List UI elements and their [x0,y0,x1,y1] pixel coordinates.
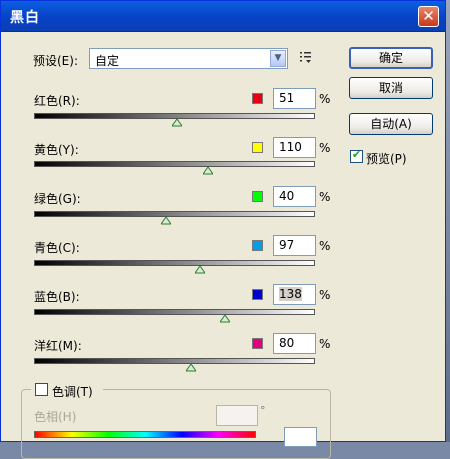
slider-label: 青色(C): [34,241,80,255]
slider-thumb[interactable] [161,217,172,225]
slider-track[interactable] [34,358,315,364]
dialog-title: 黑白 [10,10,40,26]
title-bar[interactable]: 黑白 ✕ [1,1,445,32]
slider-label: 红色(R): [34,94,80,108]
value-input[interactable]: 51 [273,88,316,109]
value-input[interactable]: 40 [273,186,316,207]
preset-dropdown[interactable]: 自定 ▼ [89,48,288,69]
cancel-button[interactable]: 取消 [349,77,433,99]
percent-label: % [319,239,331,253]
checkmark-icon: ✔ [351,148,362,161]
auto-button[interactable]: 自动(A) [349,113,433,135]
value-input[interactable]: 110 [273,137,316,158]
percent-label: % [319,141,331,155]
preset-label: 预设(E): [33,54,78,68]
slider-thumb[interactable] [172,119,183,127]
degree-label: ° [260,404,266,417]
slider-track[interactable] [34,309,315,315]
close-button[interactable]: ✕ [418,6,439,27]
hue-label: 色相(H) [34,410,77,424]
color-swatch [252,338,263,349]
chevron-down-icon[interactable]: ▼ [270,50,286,67]
value-input[interactable]: 80 [273,333,316,354]
slider-label: 蓝色(B): [34,290,80,304]
slider-thumb[interactable] [186,364,197,372]
slider-label: 黄色(Y): [34,143,79,157]
slider-thumb[interactable] [203,167,214,175]
value-input[interactable]: 138 [273,284,316,305]
color-swatch [252,240,263,251]
slider-track[interactable] [34,260,315,266]
ok-button[interactable]: 确定 [349,47,433,69]
preset-value: 自定 [95,54,120,68]
slider-label: 洋红(M): [34,339,82,353]
preset-menu-icon[interactable] [299,50,313,64]
preview-checkbox[interactable]: ✔ [350,148,363,163]
color-swatch [252,93,263,104]
hue-input[interactable] [216,405,258,426]
slider-thumb[interactable] [220,315,231,323]
saturation-box[interactable] [284,427,317,447]
close-icon: ✕ [422,7,435,25]
color-swatch [252,191,263,202]
color-swatch [252,142,263,153]
selected-value: 138 [279,287,302,301]
slider-track[interactable] [34,211,315,217]
preview-label[interactable]: 预览(P) [366,150,407,167]
slider-track[interactable] [34,161,315,167]
value-input[interactable]: 97 [273,235,316,256]
tint-checkbox[interactable] [35,383,48,396]
black-white-dialog: 黑白 ✕ 预设(E): 自定 ▼ 确定 取消 自动(A) ✔ 预览(P) 红色(… [0,0,446,459]
hue-gradient-bar[interactable] [34,431,256,438]
percent-label: % [319,337,331,351]
percent-label: % [319,92,331,106]
color-swatch [252,289,263,300]
slider-label: 绿色(G): [34,192,81,206]
tint-label[interactable]: 色调(T) [52,383,93,400]
percent-label: % [319,190,331,204]
slider-thumb[interactable] [194,266,205,274]
percent-label: % [319,288,331,302]
